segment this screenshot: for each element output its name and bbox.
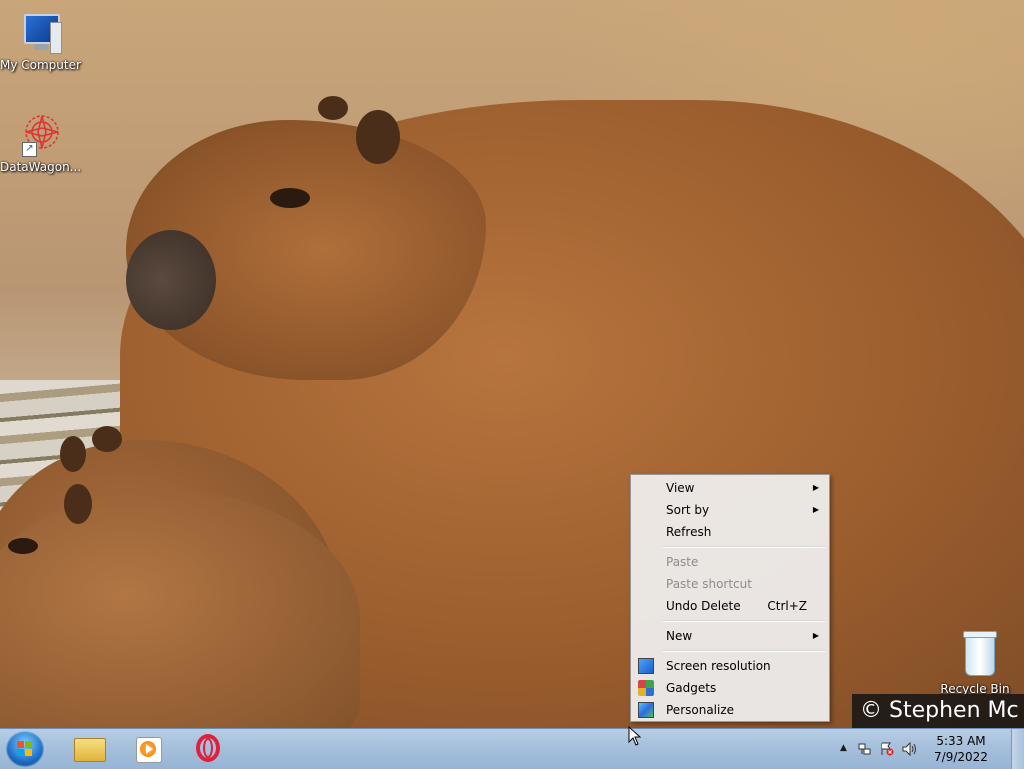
desktop-icon-label: DataWagon... bbox=[0, 160, 82, 174]
menu-separator bbox=[663, 620, 825, 622]
menu-item-label: Screen resolution bbox=[666, 659, 771, 673]
menu-item-label: Gadgets bbox=[666, 681, 717, 695]
menu-item-paste-shortcut: Paste shortcut bbox=[633, 573, 827, 595]
menu-item-undo-delete[interactable]: Undo Delete Ctrl+Z bbox=[633, 595, 827, 617]
menu-item-label: Refresh bbox=[666, 525, 712, 539]
clock-time: 5:33 AM bbox=[936, 734, 986, 748]
datawagon-icon: ↗ bbox=[16, 110, 64, 158]
menu-item-label: New bbox=[666, 629, 693, 643]
taskbar-media-player[interactable] bbox=[122, 732, 174, 766]
wallpaper-watermark: © Stephen Mc bbox=[852, 694, 1024, 728]
system-clock[interactable]: 5:33 AM 7/9/2022 bbox=[926, 733, 996, 765]
wallpaper-baby-eye bbox=[8, 538, 38, 554]
desktop[interactable]: My Computer ↗ DataWagon... Recycle Bin ©… bbox=[0, 0, 1024, 728]
windows-logo-icon bbox=[17, 741, 33, 757]
menu-item-label: Personalize bbox=[666, 703, 735, 717]
folder-icon bbox=[74, 738, 106, 762]
menu-item-paste: Paste bbox=[633, 551, 827, 573]
menu-item-screen-resolution[interactable]: Screen resolution bbox=[633, 655, 827, 677]
menu-item-gadgets[interactable]: Gadgets bbox=[633, 677, 827, 699]
wallpaper-capybara-snout bbox=[126, 230, 216, 330]
taskbar: ▲ 5:33 AM 7/9/2022 bbox=[0, 728, 1024, 769]
screen-resolution-icon bbox=[638, 658, 654, 674]
submenu-arrow-icon: ▶ bbox=[812, 631, 819, 640]
submenu-arrow-icon: ▶ bbox=[812, 505, 819, 514]
notification-area: ▲ 5:33 AM 7/9/2022 bbox=[834, 729, 1024, 769]
clock-date: 7/9/2022 bbox=[934, 750, 988, 764]
menu-item-new[interactable]: New ▶ bbox=[633, 625, 827, 647]
desktop-icon-label: My Computer bbox=[0, 58, 81, 72]
desktop-icon-datawagon[interactable]: ↗ DataWagon... bbox=[0, 110, 82, 174]
wallpaper-capybara-ear bbox=[318, 96, 348, 120]
desktop-icon-recycle-bin[interactable]: Recycle Bin bbox=[935, 631, 1015, 696]
menu-item-personalize[interactable]: Personalize bbox=[633, 699, 827, 721]
menu-item-sort-by[interactable]: Sort by ▶ bbox=[633, 499, 827, 521]
wallpaper-capybara-ear bbox=[356, 110, 400, 164]
start-button[interactable] bbox=[6, 731, 44, 767]
desktop-context-menu: View ▶ Sort by ▶ Refresh Paste Paste sho… bbox=[630, 474, 830, 722]
menu-item-label: View bbox=[666, 481, 695, 495]
desktop-icon-my-computer[interactable]: My Computer bbox=[0, 8, 81, 72]
menu-item-label: Undo Delete bbox=[666, 599, 741, 613]
action-center-flag-icon[interactable] bbox=[880, 742, 894, 756]
gadgets-icon bbox=[638, 680, 654, 696]
menu-item-label: Sort by bbox=[666, 503, 710, 517]
menu-separator bbox=[663, 650, 825, 652]
recycle-bin-icon bbox=[951, 631, 999, 680]
menu-item-label: Paste bbox=[666, 555, 699, 569]
shortcut-arrow-icon: ↗ bbox=[22, 142, 37, 157]
taskbar-opera[interactable] bbox=[186, 732, 238, 766]
personalize-icon bbox=[638, 702, 654, 718]
taskbar-windows-explorer[interactable] bbox=[62, 732, 114, 766]
wallpaper-baby-ear bbox=[60, 436, 86, 472]
menu-item-shortcut: Ctrl+Z bbox=[767, 599, 807, 613]
wallpaper-baby-ear bbox=[92, 426, 122, 452]
show-hidden-icons-button[interactable]: ▲ bbox=[840, 743, 847, 753]
menu-separator bbox=[663, 546, 825, 548]
show-desktop-button[interactable] bbox=[1011, 729, 1024, 769]
network-icon[interactable] bbox=[858, 742, 872, 756]
menu-item-label: Paste shortcut bbox=[666, 577, 752, 591]
wallpaper-capybara-eye bbox=[270, 188, 310, 208]
submenu-arrow-icon: ▶ bbox=[812, 483, 819, 492]
wallpaper-baby-ear bbox=[64, 484, 92, 524]
volume-icon[interactable] bbox=[902, 741, 916, 757]
computer-icon bbox=[16, 8, 64, 56]
menu-item-view[interactable]: View ▶ bbox=[633, 477, 827, 499]
menu-item-refresh[interactable]: Refresh bbox=[633, 521, 827, 543]
media-player-icon bbox=[136, 737, 162, 763]
